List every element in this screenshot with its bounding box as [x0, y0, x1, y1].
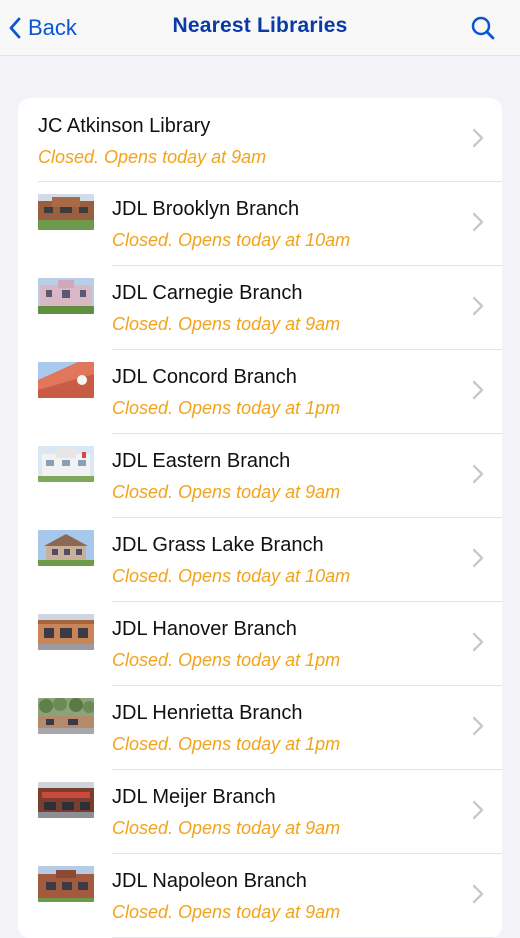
page-title: Nearest Libraries	[172, 14, 348, 37]
library-thumbnail	[38, 698, 94, 734]
library-name: JDL Brooklyn Branch	[112, 198, 300, 220]
library-row-eastern[interactable]: JDL Eastern Branch Closed. Opens today a…	[18, 434, 502, 518]
library-thumbnail	[38, 530, 94, 566]
library-row-hanover[interactable]: JDL Hanover Branch Closed. Opens today a…	[18, 602, 502, 686]
search-icon	[470, 16, 496, 45]
library-status: Closed. Opens today at 10am	[112, 230, 351, 250]
library-thumbnail	[38, 614, 94, 650]
library-name: JDL Napoleon Branch	[112, 870, 307, 892]
navigation-bar: Back Nearest Libraries	[0, 0, 520, 56]
library-status: Closed. Opens today at 1pm	[112, 398, 341, 418]
library-name: JDL Eastern Branch	[112, 450, 291, 472]
library-row-grass-lake[interactable]: JDL Grass Lake Branch Closed. Opens toda…	[18, 518, 502, 602]
chevron-right-icon	[472, 884, 484, 904]
chevron-right-icon	[472, 212, 484, 232]
library-name: JDL Carnegie Branch	[112, 282, 303, 304]
library-status: Closed. Opens today at 1pm	[112, 734, 341, 754]
chevron-right-icon	[472, 380, 484, 400]
library-thumbnail	[38, 866, 94, 902]
library-thumbnail	[38, 194, 94, 230]
library-name: JDL Concord Branch	[112, 366, 297, 388]
library-row-meijer[interactable]: JDL Meijer Branch Closed. Opens today at…	[18, 770, 502, 854]
library-name: JDL Meijer Branch	[112, 786, 276, 808]
library-row-henrietta[interactable]: JDL Henrietta Branch Closed. Opens today…	[18, 686, 502, 770]
library-status: Closed. Opens today at 10am	[112, 566, 351, 586]
chevron-right-icon	[472, 800, 484, 820]
library-row-brooklyn[interactable]: JDL Brooklyn Branch Closed. Opens today …	[18, 182, 502, 266]
library-status: Closed. Opens today at 9am	[112, 314, 341, 334]
library-thumbnail	[38, 446, 94, 482]
library-row-jc-atkinson[interactable]: JC Atkinson Library Closed. Opens today …	[18, 98, 502, 182]
library-name: JDL Grass Lake Branch	[112, 534, 324, 556]
library-status: Closed. Opens today at 9am	[112, 818, 341, 838]
library-status: Closed. Opens today at 9am	[38, 147, 267, 167]
library-list: JC Atkinson Library Closed. Opens today …	[18, 98, 502, 938]
library-thumbnail	[38, 362, 94, 398]
chevron-right-icon	[472, 296, 484, 316]
library-thumbnail	[38, 782, 94, 818]
chevron-right-icon	[472, 464, 484, 484]
library-status: Closed. Opens today at 9am	[112, 902, 341, 922]
search-button[interactable]	[470, 15, 496, 41]
library-name: JC Atkinson Library	[38, 115, 211, 137]
library-row-carnegie[interactable]: JDL Carnegie Branch Closed. Opens today …	[18, 266, 502, 350]
chevron-right-icon	[472, 128, 484, 148]
chevron-right-icon	[472, 716, 484, 736]
chevron-right-icon	[472, 632, 484, 652]
library-name: JDL Henrietta Branch	[112, 702, 303, 724]
library-thumbnail	[38, 278, 94, 314]
library-row-concord[interactable]: JDL Concord Branch Closed. Opens today a…	[18, 350, 502, 434]
library-row-napoleon[interactable]: JDL Napoleon Branch Closed. Opens today …	[18, 854, 502, 938]
library-status: Closed. Opens today at 1pm	[112, 650, 341, 670]
chevron-right-icon	[472, 548, 484, 568]
library-name: JDL Hanover Branch	[112, 618, 297, 640]
library-status: Closed. Opens today at 9am	[112, 482, 341, 502]
